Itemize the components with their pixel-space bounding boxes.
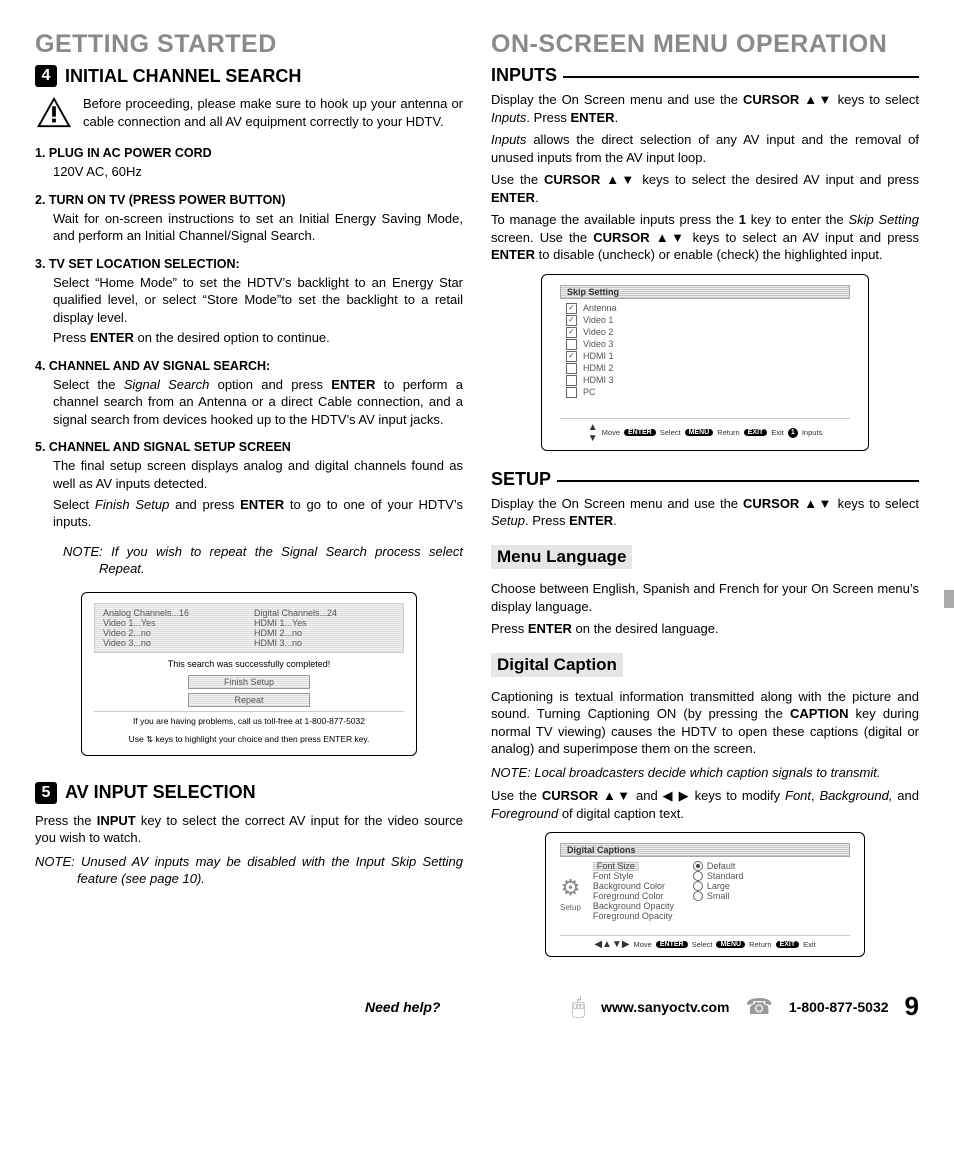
finish-setup-button[interactable]: Finish Setup bbox=[188, 675, 310, 689]
skip-item[interactable]: HDMI 2 bbox=[566, 363, 850, 374]
warning-icon bbox=[35, 95, 73, 132]
setup-p1: Display the On Screen menu and use the C… bbox=[491, 495, 919, 530]
repeat-button[interactable]: Repeat bbox=[188, 693, 310, 707]
skip-item[interactable]: Video 3 bbox=[566, 339, 850, 350]
panel-help-text: If you are having problems, call us toll… bbox=[94, 711, 404, 726]
phone-icon: ☎ bbox=[745, 994, 772, 1020]
step-5-title: AV INPUT SELECTION bbox=[65, 782, 256, 803]
page-number: 9 bbox=[905, 991, 919, 1022]
getting-started-heading: GETTING STARTED bbox=[35, 30, 463, 59]
step-5-heading: 5 AV INPUT SELECTION bbox=[35, 782, 463, 804]
menulang-p2: Press ENTER on the desired language. bbox=[491, 620, 919, 638]
warning-text: Before proceeding, please make sure to h… bbox=[83, 95, 463, 130]
caption-option-row[interactable]: Background Opacity bbox=[593, 901, 850, 911]
setup-step: 3. TV SET LOCATION SELECTION:Select “Hom… bbox=[35, 257, 463, 347]
dc-nav-bar: ◀▲▼▶Move ENTERSelect MENUReturn EXITExit bbox=[560, 935, 850, 950]
av-input-text: Press the INPUT key to select the correc… bbox=[35, 812, 463, 847]
caption-option-row[interactable]: Background ColorLarge bbox=[593, 881, 850, 891]
skip-item[interactable]: ✓HDMI 1 bbox=[566, 351, 850, 362]
page-edge-tab bbox=[944, 590, 954, 608]
setup-section-heading: SETUP bbox=[491, 469, 919, 490]
skip-item[interactable]: PC bbox=[566, 387, 850, 398]
skip-item[interactable]: ✓Antenna bbox=[566, 303, 850, 314]
caption-p2: Use the CURSOR ▲▼ and ◀ ▶ keys to modify… bbox=[491, 787, 919, 822]
onscreen-menu-heading: ON-SCREEN MENU OPERATION bbox=[491, 30, 919, 59]
step-4-title: INITIAL CHANNEL SEARCH bbox=[65, 66, 301, 87]
menulang-p1: Choose between English, Spanish and Fren… bbox=[491, 580, 919, 615]
setup-step: 5. CHANNEL AND SIGNAL SETUP SCREENThe fi… bbox=[35, 440, 463, 530]
setup-step: 4. CHANNEL AND AV SIGNAL SEARCH:Select t… bbox=[35, 359, 463, 429]
need-help-label: Need help? bbox=[365, 999, 440, 1015]
inputs-p1: Display the On Screen menu and use the C… bbox=[491, 91, 919, 126]
page-footer: Need help? 🖱 www.sanyoctv.com ☎ 1-800-87… bbox=[35, 991, 919, 1022]
caption-option-row[interactable]: Foreground Opacity bbox=[593, 911, 850, 921]
setup-complete-panel: Analog Channels...16Video 1...YesVideo 2… bbox=[81, 592, 417, 756]
step-4-number: 4 bbox=[35, 65, 57, 87]
av-input-note: NOTE: Unused AV inputs may be disabled w… bbox=[35, 853, 463, 888]
skip-item[interactable]: ✓Video 1 bbox=[566, 315, 850, 326]
panel-instruction-text: Use ⇅ keys to highlight your choice and … bbox=[94, 730, 404, 745]
step-5-number: 5 bbox=[35, 782, 57, 804]
inputs-p2: Inputs allows the direct selection of an… bbox=[491, 131, 919, 166]
inputs-p3: Use the CURSOR ▲▼ keys to select the des… bbox=[491, 171, 919, 206]
mouse-icon: 🖱 bbox=[572, 994, 585, 1020]
skip-setting-panel: Skip Setting ✓Antenna✓Video 1✓Video 2Vid… bbox=[541, 274, 869, 451]
caption-option-row[interactable]: Foreground ColorSmall bbox=[593, 891, 850, 901]
footer-url: www.sanyoctv.com bbox=[601, 999, 729, 1015]
signal-search-note: NOTE: If you wish to repeat the Signal S… bbox=[63, 543, 463, 578]
gear-icon: ⚙ bbox=[561, 875, 581, 901]
caption-option-row[interactable]: Font SizeDefault bbox=[593, 861, 850, 871]
menu-language-heading: Menu Language bbox=[491, 545, 632, 569]
step-4-heading: 4 INITIAL CHANNEL SEARCH bbox=[35, 65, 463, 87]
skip-nav-bar: ▲▼Move ENTERSelect MENUReturn EXITExit 1… bbox=[560, 418, 850, 444]
digital-captions-panel: Digital Captions ⚙ Setup Font SizeDefaul… bbox=[545, 832, 865, 957]
setup-label: Setup bbox=[560, 903, 581, 912]
setup-step: 1. PLUG IN AC POWER CORD120V AC, 60Hz bbox=[35, 146, 463, 181]
setup-steps-list: 1. PLUG IN AC POWER CORD120V AC, 60Hz 2. … bbox=[35, 146, 463, 531]
caption-option-row[interactable]: Font StyleStandard bbox=[593, 871, 850, 881]
skip-item[interactable]: ✓Video 2 bbox=[566, 327, 850, 338]
footer-phone: 1-800-877-5032 bbox=[789, 999, 889, 1015]
caption-note: NOTE: Local broadcasters decide which ca… bbox=[491, 764, 919, 782]
skip-item[interactable]: HDMI 3 bbox=[566, 375, 850, 386]
caption-p1: Captioning is textual information transm… bbox=[491, 688, 919, 758]
inputs-section-heading: INPUTS bbox=[491, 65, 919, 86]
skip-setting-title: Skip Setting bbox=[560, 285, 850, 299]
setup-step: 2. TURN ON TV (PRESS POWER BUTTON)Wait f… bbox=[35, 193, 463, 245]
setup-success-message: This search was successfully completed! bbox=[94, 659, 404, 669]
digital-captions-title: Digital Captions bbox=[560, 843, 850, 857]
digital-caption-heading: Digital Caption bbox=[491, 653, 623, 677]
inputs-p4: To manage the available inputs press the… bbox=[491, 211, 919, 264]
